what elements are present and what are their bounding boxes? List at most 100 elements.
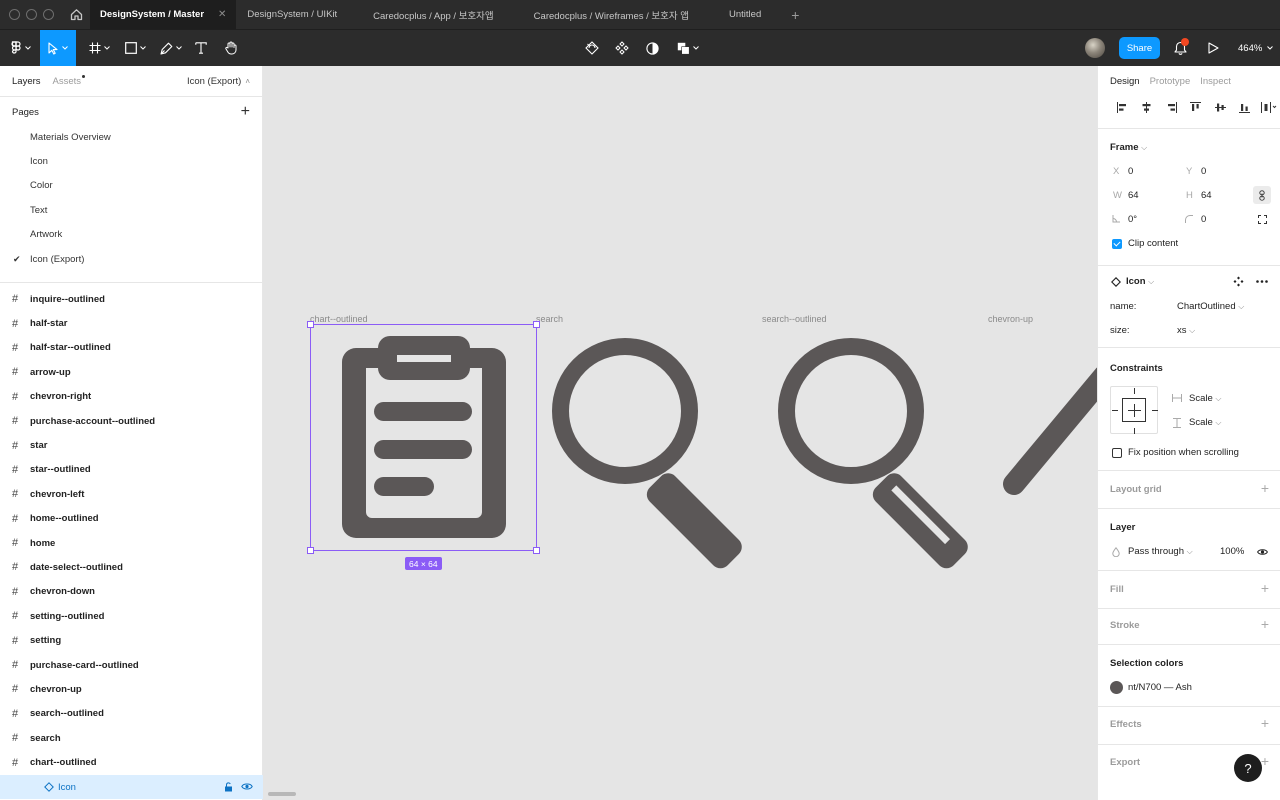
layer-row[interactable]: # setting--outlined — [0, 604, 263, 628]
resize-handle[interactable] — [533, 321, 540, 328]
file-tab[interactable]: DesignSystem / Master ✕ — [90, 0, 237, 29]
layer-row[interactable]: # search--outlined — [0, 702, 263, 726]
tab-layers[interactable]: Layers — [12, 76, 41, 87]
prop-name-select[interactable]: ChartOutlined ⌵ — [1177, 301, 1244, 312]
layer-row[interactable]: # date-select--outlined — [0, 555, 263, 579]
file-tab[interactable]: Caredocplus / Wireframes / 보호자 앱 — [524, 0, 719, 29]
add-stroke-button[interactable]: + — [1261, 616, 1269, 632]
file-tab[interactable]: Caredocplus / App / 보호자앱 — [363, 0, 524, 29]
rotation-input[interactable]: 0° — [1128, 214, 1137, 225]
mask-button[interactable] — [642, 30, 662, 66]
x-input[interactable]: 0 — [1128, 166, 1133, 177]
layer-row[interactable]: # home — [0, 531, 263, 555]
align-right-icon[interactable] — [1159, 102, 1184, 113]
tab-inspect[interactable]: Inspect — [1200, 76, 1231, 87]
layer-row[interactable]: # arrow-up — [0, 360, 263, 384]
text-tool-button[interactable] — [190, 30, 212, 66]
align-top-icon[interactable] — [1184, 102, 1209, 113]
clip-content-checkbox[interactable] — [1112, 239, 1122, 249]
resize-handle[interactable] — [307, 547, 314, 554]
move-tool-button[interactable] — [40, 30, 76, 66]
new-tab-button[interactable]: + — [779, 0, 811, 29]
edit-component-button[interactable] — [582, 30, 602, 66]
notifications-button[interactable] — [1170, 30, 1190, 66]
horizontal-scrollbar[interactable] — [268, 792, 296, 796]
layer-row[interactable]: # half-star--outlined — [0, 336, 263, 360]
layer-row[interactable]: # chevron-right — [0, 385, 263, 409]
constrain-proportions-button[interactable] — [1253, 186, 1271, 204]
opacity-input[interactable]: 100% — [1220, 546, 1244, 557]
layer-row[interactable]: # star--outlined — [0, 458, 263, 482]
y-input[interactable]: 0 — [1201, 166, 1206, 177]
width-input[interactable]: 64 — [1128, 190, 1139, 201]
frame-section-title[interactable]: Frame ⌵ — [1110, 142, 1147, 153]
component-title[interactable]: Icon ⌵ — [1126, 276, 1154, 287]
add-page-button[interactable]: + — [241, 103, 250, 121]
add-effect-button[interactable]: + — [1261, 715, 1269, 731]
tab-prototype[interactable]: Prototype — [1150, 76, 1191, 87]
page-item[interactable]: Color — [0, 174, 262, 198]
independent-corners-icon[interactable] — [1258, 215, 1267, 224]
layer-row[interactable]: # chevron-down — [0, 580, 263, 604]
page-item-current[interactable]: ✔ Icon (Export) — [0, 247, 262, 271]
fix-position-checkbox[interactable] — [1112, 448, 1122, 458]
main-menu-button[interactable] — [0, 30, 40, 66]
page-item[interactable]: Artwork — [0, 223, 262, 247]
go-to-main-component-icon[interactable] — [1233, 276, 1244, 287]
home-button[interactable] — [62, 0, 90, 29]
eye-icon[interactable] — [241, 782, 253, 791]
constraint-lines[interactable] — [1111, 387, 1159, 435]
page-item[interactable]: Materials Overview — [0, 125, 262, 149]
page-item[interactable]: Text — [0, 198, 262, 222]
layer-row[interactable]: # purchase-account--outlined — [0, 409, 263, 433]
layer-row[interactable]: # half-star — [0, 311, 263, 335]
layer-row[interactable]: # chevron-left — [0, 482, 263, 506]
search-icon[interactable] — [552, 338, 746, 573]
help-button[interactable]: ? — [1234, 754, 1262, 782]
file-tab[interactable]: DesignSystem / UIKit — [236, 0, 363, 29]
color-swatch[interactable] — [1110, 681, 1123, 694]
layer-row[interactable]: # search — [0, 726, 263, 750]
close-tab-icon[interactable]: ✕ — [218, 9, 226, 20]
layer-row[interactable]: # chart--outlined — [0, 750, 263, 774]
minimize-window-button[interactable] — [26, 9, 37, 20]
resize-handle[interactable] — [307, 321, 314, 328]
zoom-menu[interactable]: 464% — [1238, 30, 1274, 66]
add-export-button[interactable]: + — [1261, 753, 1269, 769]
close-window-button[interactable] — [9, 9, 20, 20]
tab-assets[interactable]: Assets — [53, 74, 85, 87]
user-avatar[interactable] — [1085, 38, 1105, 58]
page-selector[interactable]: Icon (Export) ˄ — [187, 76, 250, 87]
layer-row[interactable]: # purchase-card--outlined — [0, 653, 263, 677]
canvas[interactable]: chart--outlined search search--outlined … — [264, 66, 1097, 800]
tab-design[interactable]: Design — [1110, 76, 1140, 87]
more-options-icon[interactable] — [1256, 280, 1268, 283]
layer-row[interactable]: # chevron-up — [0, 677, 263, 701]
distribute-icon[interactable] — [1257, 102, 1280, 113]
vertical-constraint-select[interactable]: Scale ⌵ — [1189, 417, 1221, 428]
layer-row[interactable]: # star — [0, 433, 263, 457]
shape-tool-button[interactable] — [120, 30, 150, 66]
search-outlined-icon[interactable] — [778, 338, 972, 573]
present-button[interactable] — [1204, 30, 1222, 66]
layer-row[interactable]: # inquire--outlined — [0, 287, 263, 311]
component-button[interactable] — [612, 30, 632, 66]
height-input[interactable]: 64 — [1201, 190, 1212, 201]
boolean-button[interactable] — [674, 30, 702, 66]
align-bottom-icon[interactable] — [1233, 102, 1258, 113]
page-item[interactable]: Icon — [0, 149, 262, 173]
share-button[interactable]: Share — [1119, 37, 1160, 59]
horizontal-constraint-select[interactable]: Scale ⌵ — [1189, 393, 1221, 404]
pen-tool-button[interactable] — [156, 30, 186, 66]
layer-row[interactable]: # setting — [0, 628, 263, 652]
corner-radius-input[interactable]: 0 — [1201, 214, 1206, 225]
unlock-icon[interactable] — [224, 782, 233, 792]
layer-row-selected[interactable]: Icon — [0, 774, 263, 800]
layer-row[interactable]: # home--outlined — [0, 507, 263, 531]
add-fill-button[interactable]: + — [1261, 580, 1269, 596]
prop-size-select[interactable]: xs ⌵ — [1177, 325, 1195, 336]
blend-mode-select[interactable]: Pass through ⌵ — [1128, 546, 1193, 557]
eye-icon[interactable] — [1257, 548, 1268, 556]
align-left-icon[interactable] — [1110, 102, 1135, 113]
resize-handle[interactable] — [533, 547, 540, 554]
